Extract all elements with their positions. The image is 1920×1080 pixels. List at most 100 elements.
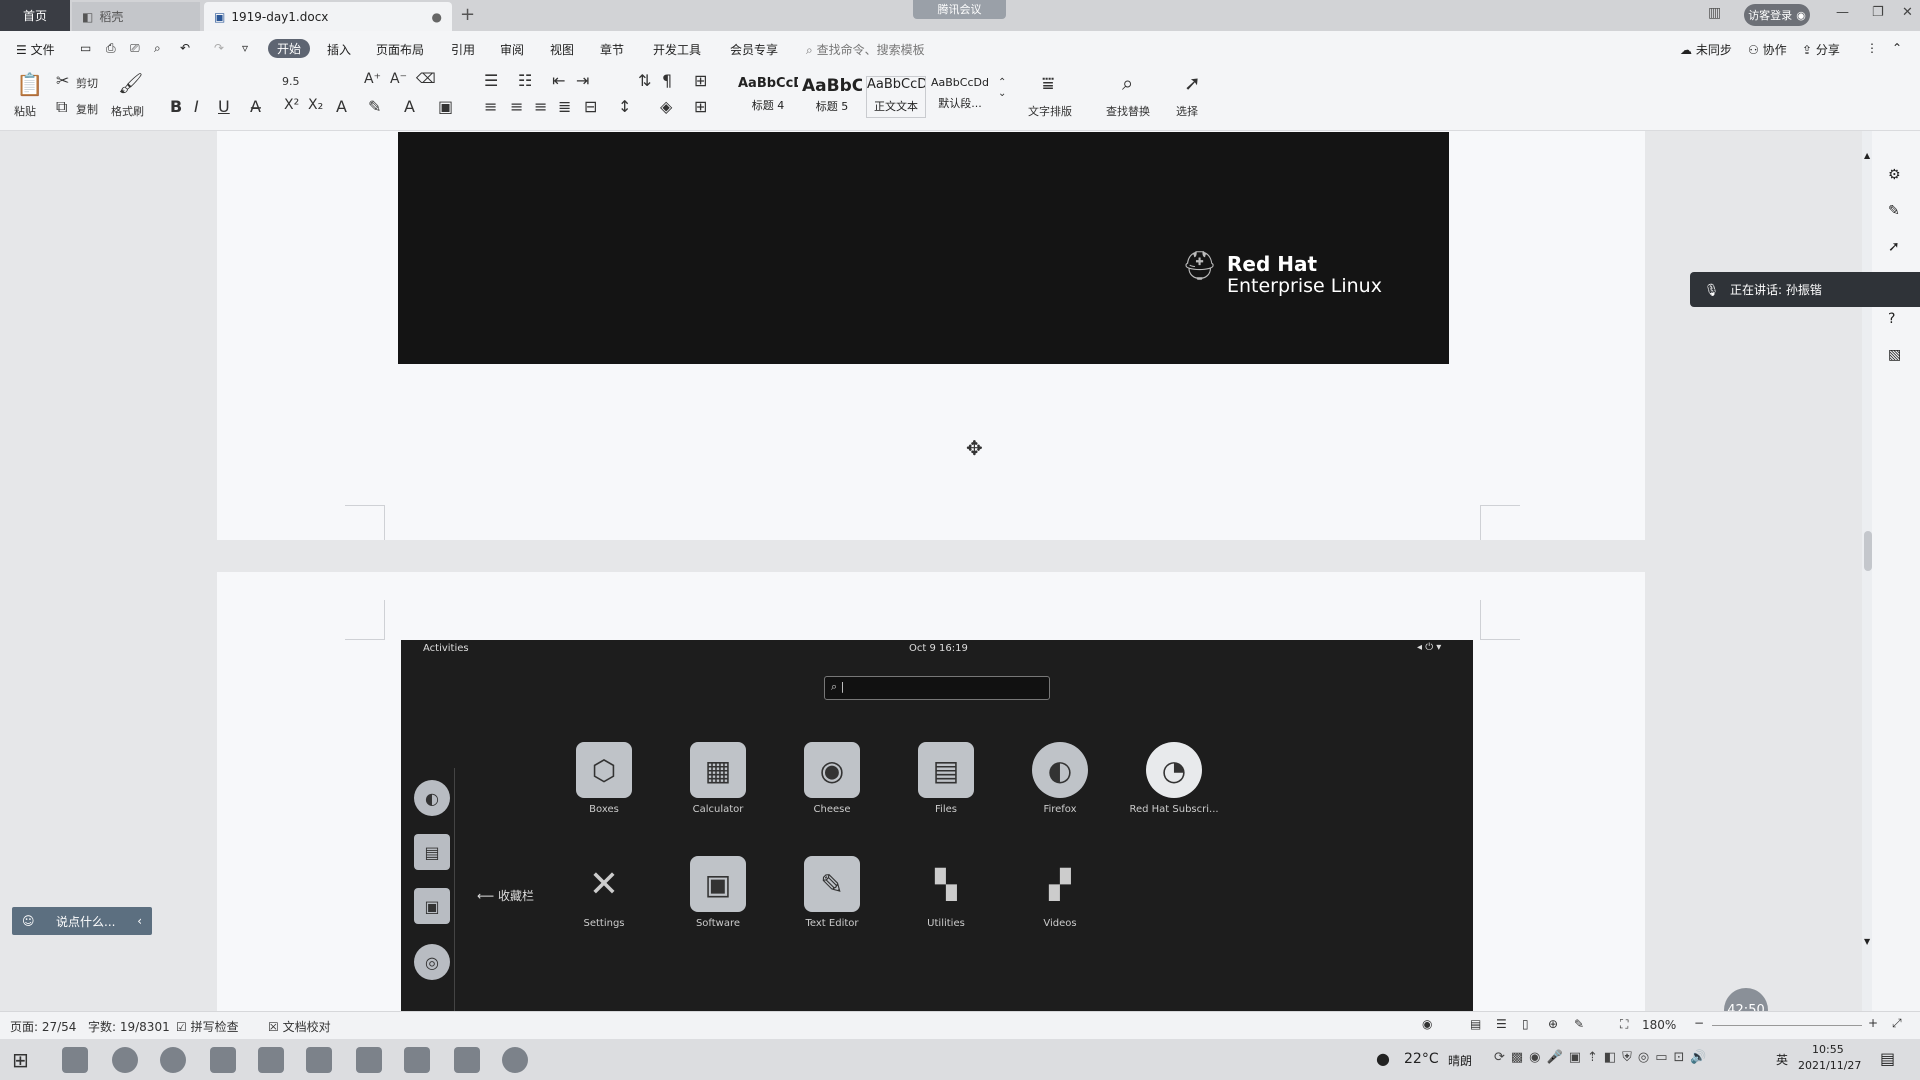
export-icon[interactable]: ⎙ <box>106 41 116 56</box>
redo-icon[interactable]: ↷ <box>214 41 224 55</box>
justify-icon[interactable]: ≣ <box>558 97 571 116</box>
pen-tool-icon[interactable]: ✎ <box>1888 203 1900 219</box>
clock-time[interactable]: 10:55 <box>1812 1043 1844 1056</box>
collapse-icon[interactable]: ⌃ <box>1892 41 1902 55</box>
style-heading-4[interactable]: AaBbCcD 标题 4 <box>738 76 798 118</box>
outdent-icon[interactable]: ⇤ <box>552 71 565 90</box>
menu-references[interactable]: 引用 <box>451 41 475 58</box>
tab-document[interactable]: ▣ 1919-day1.docx ● <box>204 2 452 31</box>
numbering-icon[interactable]: ☷ <box>518 71 532 90</box>
style-heading-5[interactable]: AaBbC 标题 5 <box>802 76 862 118</box>
distribute-icon[interactable]: ⊟ <box>584 97 597 116</box>
zoom-level[interactable]: 180% <box>1642 1018 1676 1032</box>
scroll-up-icon[interactable]: ▲ <box>1864 151 1870 160</box>
menu-chapter[interactable]: 章节 <box>600 41 624 58</box>
menu-dev-tools[interactable]: 开发工具 <box>653 41 701 58</box>
spell-check[interactable]: ☑ 拼写检查 <box>176 1018 239 1035</box>
zoom-in-button[interactable]: + <box>1868 1016 1878 1030</box>
print-icon[interactable]: ⎚ <box>130 41 140 56</box>
tab-daoke[interactable]: ◧ 稻壳 <box>72 2 200 31</box>
eye-icon[interactable]: ◉ <box>1422 1017 1432 1031</box>
cut-icon[interactable]: ✂ <box>56 71 69 90</box>
chevron-left-icon[interactable]: ‹ <box>137 914 142 928</box>
scroll-down-icon[interactable]: ▼ <box>1864 937 1870 946</box>
style-body-text[interactable]: AaBbCcDc 正文文本 <box>866 76 926 118</box>
notification-icon[interactable]: ▤ <box>1880 1049 1895 1068</box>
minimize-button[interactable]: — <box>1836 5 1849 20</box>
tab-stops-icon[interactable]: ⊞ <box>694 71 707 90</box>
format-painter-icon[interactable]: 🖌 <box>118 71 143 95</box>
style-scroll-icon[interactable]: ⌃ ⌄ <box>998 77 1006 99</box>
text-layout-label[interactable]: 文字排版 <box>1028 103 1072 119</box>
meeting-icon[interactable] <box>306 1047 332 1073</box>
paste-label[interactable]: 粘贴 <box>14 103 36 119</box>
windows-start-icon[interactable]: ⊞ <box>12 1048 29 1072</box>
maximize-button[interactable]: ❐ <box>1872 5 1884 20</box>
clock-date[interactable]: 2021/11/27 <box>1798 1059 1861 1072</box>
word-count[interactable]: 字数: 19/8301 <box>88 1018 170 1035</box>
image-tool-icon[interactable]: ▧ <box>1888 347 1901 363</box>
vm-icon[interactable] <box>454 1047 480 1073</box>
edge-icon[interactable] <box>112 1047 138 1073</box>
text-effect-icon[interactable]: A <box>336 97 347 116</box>
align-center-icon[interactable]: ≡ <box>510 97 523 116</box>
share-button[interactable]: ⇪ 分享 <box>1802 41 1840 58</box>
copy-icon[interactable]: ⧉ <box>56 97 67 117</box>
wps-icon[interactable] <box>210 1047 236 1073</box>
clear-format-icon[interactable]: ⌫ <box>416 71 436 87</box>
comment-box[interactable]: ☺ 说点什么... ‹ <box>12 907 152 935</box>
char-border-icon[interactable]: ▣ <box>438 97 453 116</box>
line-spacing-icon[interactable]: ↕ <box>618 97 631 116</box>
more-menu-icon[interactable]: ⋮ <box>1866 41 1878 55</box>
collab-button[interactable]: ⚇ 协作 <box>1748 41 1787 58</box>
select-label[interactable]: 选择 <box>1176 103 1198 119</box>
underline-icon[interactable]: U <box>218 97 230 116</box>
layout-icon[interactable]: ▥ <box>1708 5 1721 21</box>
indent-icon[interactable]: ⇥ <box>576 71 589 90</box>
shading-icon[interactable]: ◈ <box>660 97 672 116</box>
file-menu[interactable]: ☰ 文件 <box>16 41 55 58</box>
meeting-banner[interactable]: 腾讯会议 <box>913 0 1006 19</box>
subscript-icon[interactable]: X₂ <box>308 97 323 113</box>
read-view-icon[interactable]: ▯ <box>1522 1017 1529 1031</box>
app-icon[interactable] <box>62 1047 88 1073</box>
menu-insert[interactable]: 插入 <box>327 41 351 58</box>
cut-label[interactable]: 剪切 <box>76 75 98 91</box>
shrink-font-icon[interactable]: A⁻ <box>390 71 407 87</box>
browser-icon[interactable] <box>160 1047 186 1073</box>
tray-icons[interactable]: ⟳▩◉🎤▣⇡◧⛨◎▭⊡🔊 <box>1494 1050 1713 1065</box>
folder-icon[interactable] <box>258 1047 284 1073</box>
align-left-icon[interactable]: ≡ <box>484 97 497 116</box>
style-default[interactable]: AaBbCcDd 默认段... <box>930 76 990 118</box>
paste-icon[interactable]: 📋 <box>16 73 43 98</box>
new-tab-button[interactable]: + <box>460 4 475 25</box>
bold-icon[interactable]: B <box>170 97 182 116</box>
more-icon[interactable]: ▿ <box>242 41 248 55</box>
align-right-icon[interactable]: ≡ <box>534 97 547 116</box>
undo-icon[interactable]: ↶ <box>180 41 190 55</box>
login-button[interactable]: 访客登录 ◉ <box>1744 4 1810 26</box>
menu-review[interactable]: 审阅 <box>500 41 524 58</box>
page-view-icon[interactable]: ▤ <box>1470 1017 1481 1031</box>
ime-indicator[interactable]: 英 <box>1776 1051 1788 1068</box>
menu-view[interactable]: 视图 <box>550 41 574 58</box>
menu-home[interactable]: 开始 <box>268 39 311 58</box>
zoom-slider[interactable] <box>1712 1025 1862 1026</box>
show-marks-icon[interactable]: ¶ <box>662 71 672 90</box>
copy-label[interactable]: 复制 <box>76 101 98 117</box>
sort-icon[interactable]: ⇅ <box>638 71 651 90</box>
scroll-thumb[interactable] <box>1864 531 1872 571</box>
page-indicator[interactable]: 页面: 27/54 <box>10 1018 76 1035</box>
menu-page-layout[interactable]: 页面布局 <box>376 41 424 58</box>
save-icon[interactable]: ▭ <box>80 41 91 55</box>
doc-proofread[interactable]: ☒ 文档校对 <box>268 1018 331 1035</box>
preview-icon[interactable]: ⌕ <box>154 41 161 56</box>
pointer-tool-icon[interactable]: ➚ <box>1888 239 1900 255</box>
close-window-button[interactable]: ✕ <box>1902 5 1913 20</box>
highlight-icon[interactable]: ✎ <box>368 97 381 116</box>
write-view-icon[interactable]: ✎ <box>1574 1017 1584 1031</box>
strikethrough-icon[interactable]: A̶ <box>250 97 261 116</box>
network-app-icon[interactable] <box>502 1047 528 1073</box>
magnifier-icon[interactable]: ⌕ <box>1122 71 1133 95</box>
command-search[interactable]: ⌕ 查找命令、搜索模板 <box>806 41 925 58</box>
